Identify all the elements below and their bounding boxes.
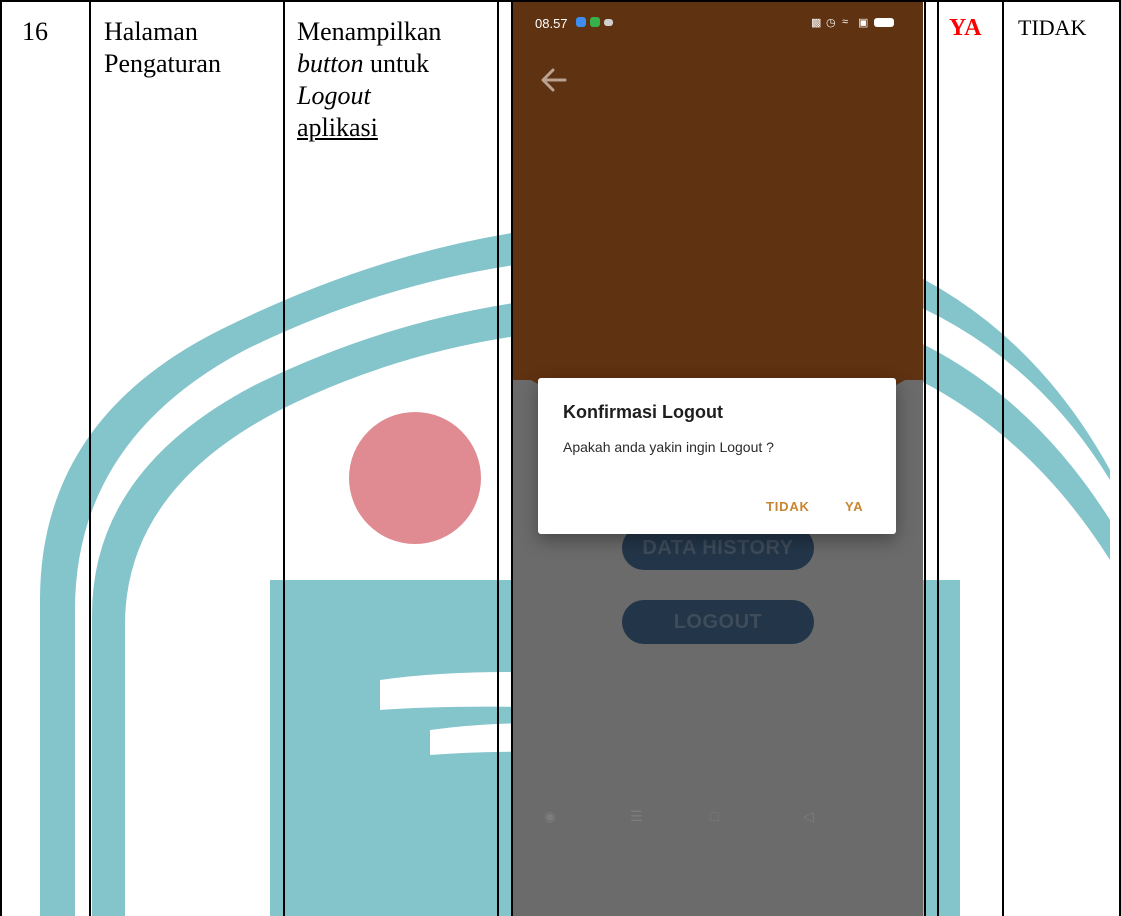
app-notification-icon <box>576 17 586 27</box>
description-logout-word: Logout <box>297 81 371 110</box>
result-yes: YA <box>949 15 982 41</box>
logout-confirm-dialog: Konfirmasi Logout Apakah anda yakin ingi… <box>538 378 896 534</box>
dialog-confirm-button[interactable]: YA <box>845 499 863 514</box>
wifi-icon: ≈ <box>842 16 849 28</box>
back-arrow-icon[interactable] <box>535 60 575 100</box>
table-border-col5 <box>1002 0 1004 916</box>
signal-icon: ▣ <box>858 17 869 29</box>
dialog-title: Konfirmasi Logout <box>563 402 723 422</box>
logout-button[interactable]: LOGOUT <box>622 600 814 644</box>
test-description: Menampilkan button untuk Logout aplikasi <box>297 16 441 144</box>
dialog-message: Apakah anda yakin ingin Logout ? <box>563 439 774 455</box>
table-border-col3b <box>511 0 513 916</box>
table-border-col3 <box>497 0 499 916</box>
status-time: 08.57 <box>535 16 568 31</box>
table-border-col2 <box>283 0 285 916</box>
vibrate-icon: ▩ <box>811 17 822 29</box>
dialog-cancel-button[interactable]: TIDAK <box>766 499 810 514</box>
description-button-word: button <box>297 49 364 78</box>
home-circle-icon[interactable]: ◉ <box>544 808 556 825</box>
message-notification-icon <box>590 17 600 27</box>
menu-name: Halaman Pengaturan <box>104 16 221 80</box>
battery-icon <box>874 18 894 27</box>
menu-name-line2: Pengaturan <box>104 49 221 78</box>
keyboard-notification-icon <box>604 19 613 26</box>
table-border-col4 <box>924 0 926 916</box>
menu-name-line1: Halaman <box>104 17 198 46</box>
table-border-left <box>0 0 2 916</box>
result-no: TIDAK <box>1018 15 1087 40</box>
square-icon[interactable]: □ <box>710 808 718 824</box>
description-aplikasi: aplikasi <box>297 113 378 142</box>
back-triangle-icon[interactable]: ◁ <box>803 808 814 825</box>
phone-screenshot: 08.57 ▩ ◷ ≈ ▣ DATA HISTORY LOGOUT ◉ ☰ □ … <box>513 0 923 916</box>
table-border-col1 <box>89 0 91 916</box>
table-top-border <box>0 0 1121 2</box>
menu-lines-icon[interactable]: ☰ <box>630 808 643 825</box>
description-untuk: untuk <box>363 49 430 78</box>
table-border-col4b <box>937 0 939 916</box>
alarm-icon: ◷ <box>826 17 836 29</box>
row-number: 16 <box>22 17 48 46</box>
description-line1: Menampilkan <box>297 17 442 46</box>
